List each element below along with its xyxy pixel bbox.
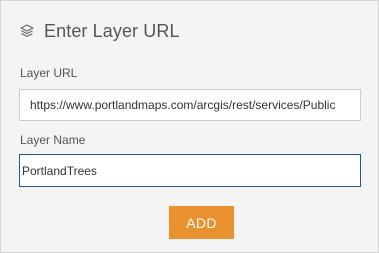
panel-header: Enter Layer URL (19, 19, 180, 43)
layer-url-label: Layer URL (20, 66, 78, 80)
add-button[interactable]: ADD (169, 206, 234, 239)
layer-name-input[interactable] (19, 154, 361, 187)
panel-title: Enter Layer URL (44, 20, 180, 41)
layer-name-label: Layer Name (20, 133, 86, 147)
enter-layer-url-panel: Enter Layer URL Layer URL Layer Name ADD (0, 0, 379, 253)
layer-url-input[interactable] (19, 89, 361, 121)
layers-icon (19, 23, 35, 39)
